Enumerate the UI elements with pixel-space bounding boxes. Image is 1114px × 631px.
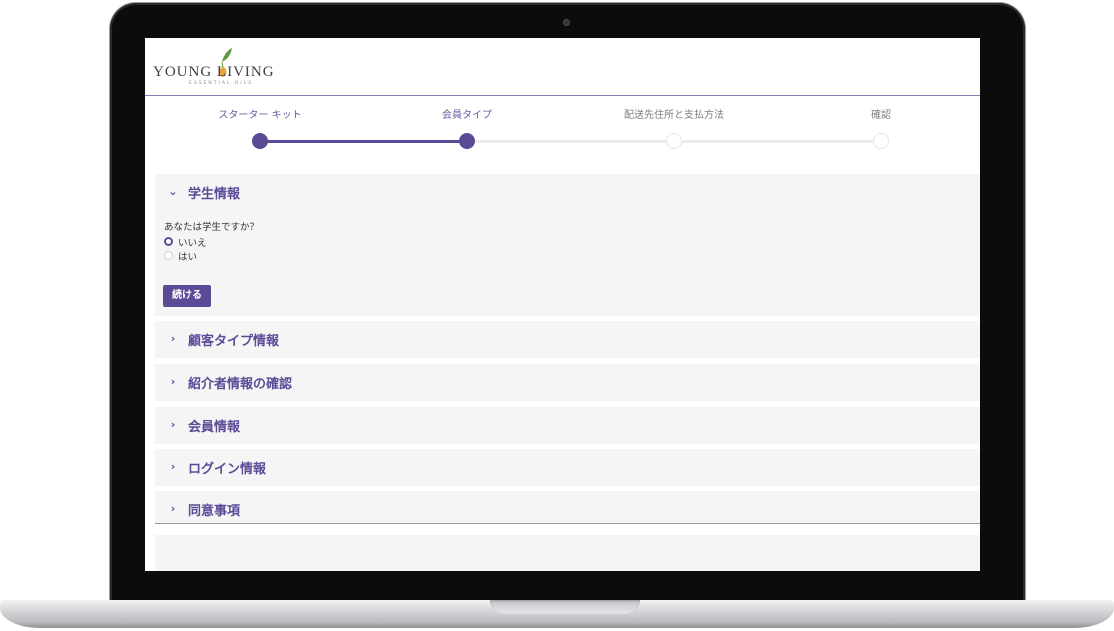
section-header-agreements[interactable]: › 同意事項 (155, 491, 980, 527)
section-student-info: ⌄ 学生情報 あなたは学生ですか？ いいえ はい 続ける (155, 174, 980, 316)
chevron-right-icon: › (170, 418, 176, 431)
section-title: 学生情報 (188, 187, 241, 202)
step-label-member-type: 会員タイプ (442, 110, 492, 121)
step-dot-starter-kit[interactable] (252, 133, 268, 149)
camera-icon (563, 19, 570, 26)
section-title: 紹介者情報の確認 (188, 377, 293, 392)
section-member-info[interactable]: › 会員情報 (155, 407, 980, 444)
section-header-sponsor-confirm[interactable]: › 紹介者情報の確認 (155, 364, 980, 400)
radio-label-yes: はい (178, 252, 198, 263)
section-sponsor-confirm[interactable]: › 紹介者情報の確認 (155, 364, 980, 401)
footer-panel (155, 535, 980, 571)
section-header-student-info[interactable]: ⌄ 学生情報 (155, 174, 980, 210)
site-header: YOUNG LIVING ESSENTIAL OILS (145, 38, 980, 96)
chevron-down-icon: ⌄ (168, 185, 178, 198)
section-agreements[interactable]: › 同意事項 (155, 491, 980, 523)
chevron-right-icon: › (170, 460, 176, 473)
continue-button[interactable]: 続ける (163, 285, 211, 307)
section-title: 顧客タイプ情報 (188, 334, 280, 349)
step-label-starter-kit: スターター キット (218, 110, 302, 121)
student-question: あなたは学生ですか？ (164, 222, 260, 233)
step-dot-shipping-payment (666, 133, 682, 149)
step-label-shipping-payment: 配送先住所と支払方法 (624, 110, 724, 121)
step-dot-confirm (873, 133, 889, 149)
step-label-confirm: 確認 (871, 110, 891, 121)
section-title: ログイン情報 (188, 462, 267, 477)
section-header-customer-type[interactable]: › 顧客タイプ情報 (155, 321, 980, 357)
radio-yes[interactable] (164, 251, 173, 260)
radio-label-no: いいえ (178, 238, 207, 249)
chevron-right-icon: › (170, 332, 176, 345)
step-dot-member-type[interactable] (459, 133, 475, 149)
divider (155, 523, 980, 524)
checkout-stepper: スターター キット 会員タイプ 配送先住所と支払方法 確認 (145, 96, 980, 156)
section-title: 同意事項 (188, 504, 241, 519)
chevron-right-icon: › (170, 502, 176, 515)
section-login-info[interactable]: › ログイン情報 (155, 449, 980, 486)
section-customer-type[interactable]: › 顧客タイプ情報 (155, 321, 980, 358)
logo-subtext: ESSENTIAL OILS (189, 81, 254, 86)
radio-no[interactable] (164, 237, 173, 246)
section-header-login-info[interactable]: › ログイン情報 (155, 449, 980, 485)
chevron-right-icon: › (170, 375, 176, 388)
section-title: 会員情報 (188, 420, 241, 435)
screen: YOUNG LIVING ESSENTIAL OILS スターター キット 会員… (145, 38, 980, 571)
logo-wordmark: YOUNG LIVING (153, 64, 275, 80)
section-header-member-info[interactable]: › 会員情報 (155, 407, 980, 443)
laptop-notch (490, 600, 640, 614)
young-living-logo[interactable]: YOUNG LIVING ESSENTIAL OILS (153, 48, 303, 92)
stepper-progress-line (259, 140, 467, 143)
